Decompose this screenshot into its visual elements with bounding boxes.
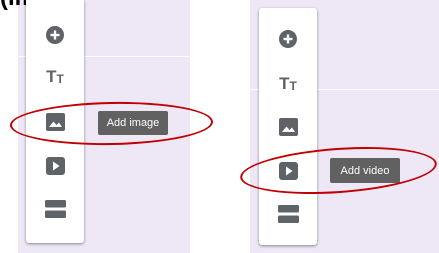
- add-question-button[interactable]: [275, 26, 301, 52]
- text-title-icon: TT: [279, 73, 297, 93]
- add-question-button[interactable]: [42, 22, 68, 48]
- section-icon: [44, 200, 66, 218]
- add-video-button[interactable]: [42, 153, 68, 179]
- image-icon: [278, 118, 298, 136]
- add-title-button[interactable]: TT: [275, 70, 301, 96]
- video-play-icon: [45, 157, 65, 175]
- text-title-icon: TT: [46, 66, 64, 86]
- add-image-button[interactable]: [275, 114, 301, 140]
- add-circle-icon: [278, 29, 298, 49]
- add-section-button[interactable]: [275, 201, 301, 227]
- right-floating-toolbar: TT: [259, 8, 317, 245]
- add-section-button[interactable]: [42, 196, 68, 222]
- add-circle-icon: [45, 25, 65, 45]
- add-title-button[interactable]: TT: [42, 63, 68, 89]
- section-icon: [277, 205, 299, 223]
